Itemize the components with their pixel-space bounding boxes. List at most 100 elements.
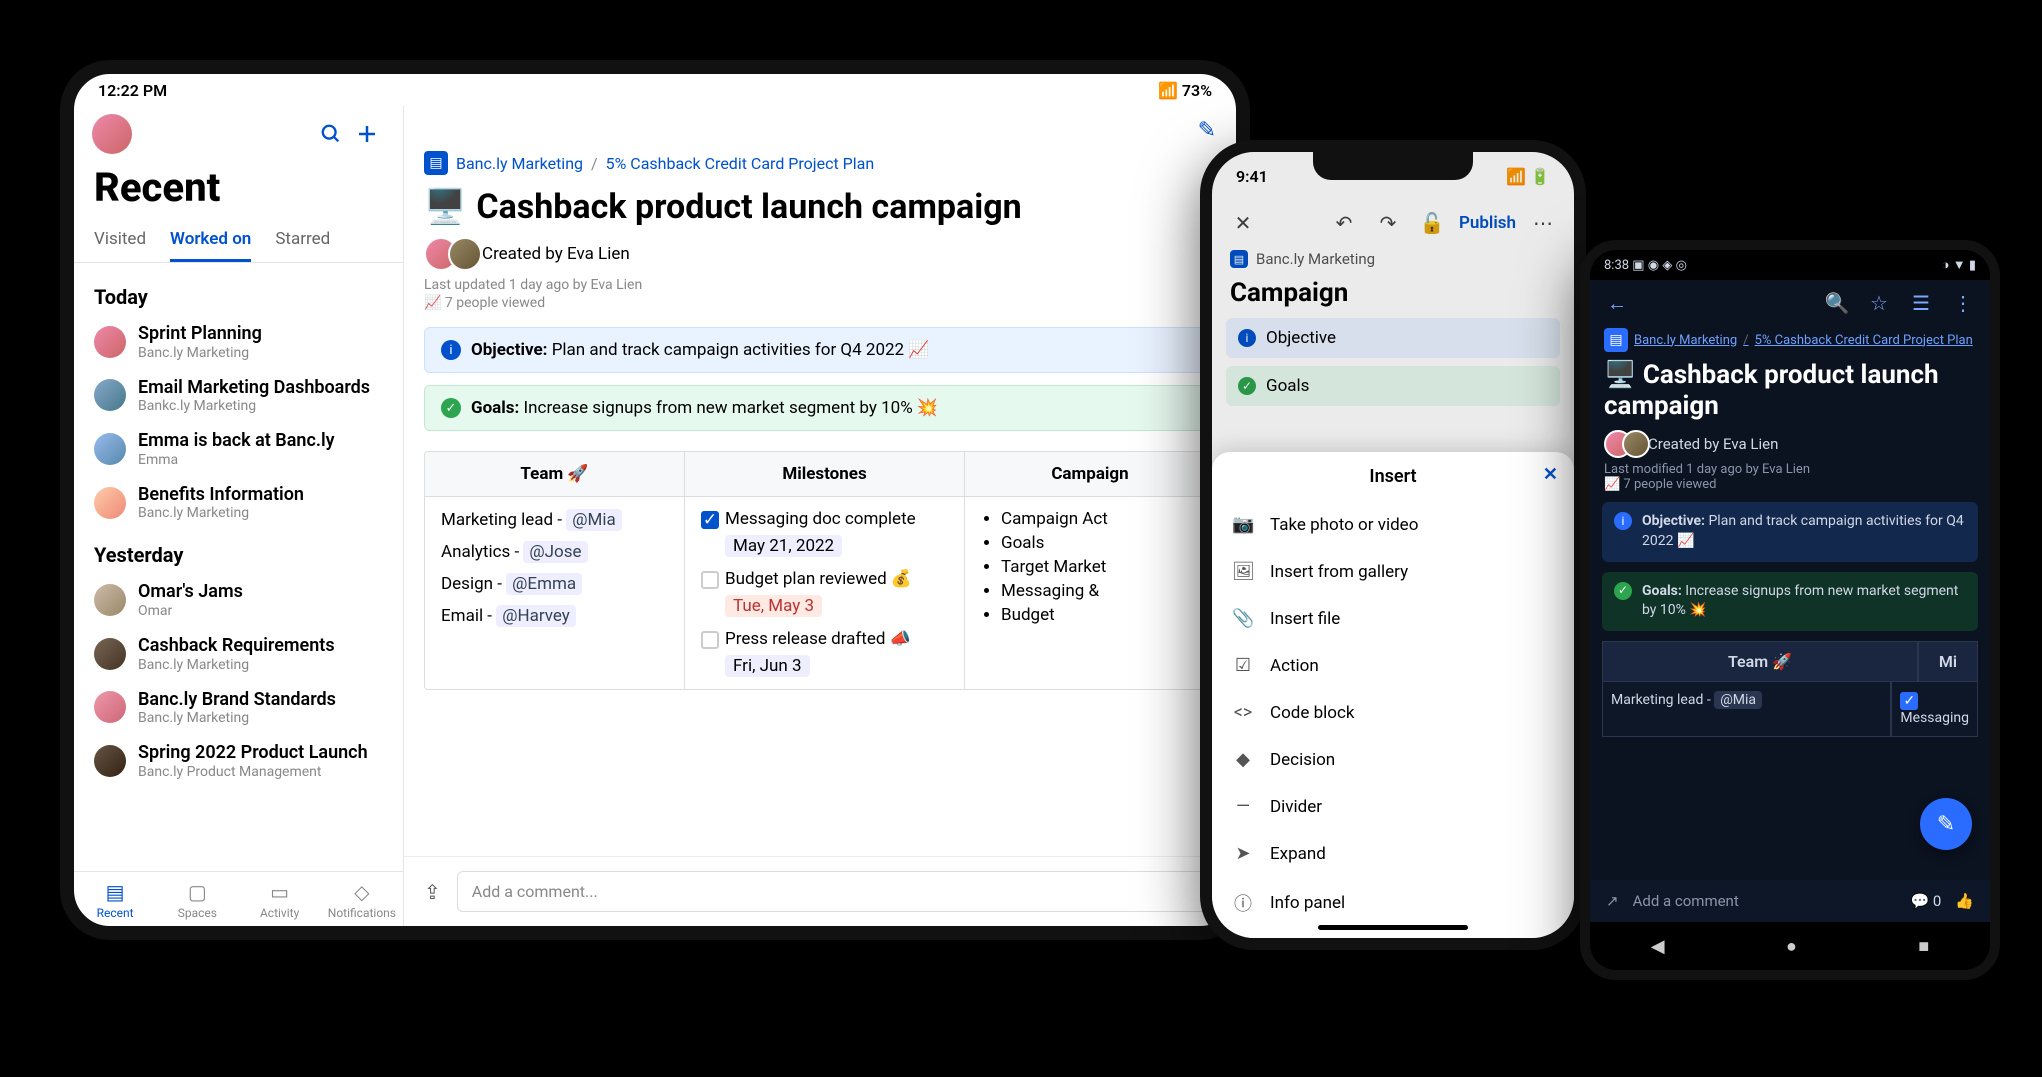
- android-nav-bar: ◀ ● ■: [1590, 922, 1990, 970]
- checkbox-icon[interactable]: [701, 571, 719, 589]
- comment-input[interactable]: Add a comment: [1633, 892, 1739, 910]
- comment-input[interactable]: Add a comment...: [457, 871, 1216, 912]
- list-item[interactable]: Sprint PlanningBanc.ly Marketing: [74, 315, 403, 369]
- page-icon: ▤: [1604, 328, 1628, 352]
- breadcrumb: ▤ Banc.ly Marketing / 5% Cashback Credit…: [404, 143, 1236, 179]
- home-indicator: [1318, 925, 1468, 930]
- back-icon[interactable]: ←: [1600, 286, 1634, 320]
- list-item[interactable]: Omar's JamsOmar: [74, 573, 403, 627]
- avatar: [448, 237, 482, 271]
- group-today: Today: [74, 271, 403, 315]
- sidebar-tabs: Visited Worked on Starred: [74, 219, 403, 263]
- checkbox-icon[interactable]: ✓: [701, 511, 719, 529]
- list-item[interactable]: Spring 2022 Product LaunchBanc.ly Produc…: [74, 734, 403, 788]
- like-icon[interactable]: 👍: [1955, 892, 1974, 910]
- comment-bar: ⇪ Add a comment...: [404, 856, 1236, 926]
- nav-back-icon[interactable]: ◀: [1651, 936, 1665, 957]
- mention-chip[interactable]: @Mia: [566, 509, 622, 531]
- insert-divider[interactable]: —Divider: [1212, 783, 1574, 830]
- insert-link[interactable]: 🔗Link: [1212, 929, 1574, 950]
- nav-notifications[interactable]: ◇Notifications: [321, 872, 403, 926]
- insert-decision[interactable]: ◆Decision: [1212, 736, 1574, 783]
- tab-visited[interactable]: Visited: [94, 219, 146, 262]
- list-item[interactable]: Benefits InformationBanc.ly Marketing: [74, 476, 403, 530]
- list-icon[interactable]: ☰: [1904, 286, 1938, 320]
- mention-chip[interactable]: @Jose: [523, 541, 587, 563]
- insert-code-block[interactable]: <>Code block: [1212, 689, 1574, 736]
- edit-icon[interactable]: ✎: [1198, 118, 1216, 143]
- comment-count[interactable]: 💬 0: [1910, 892, 1941, 910]
- expand-icon: ➤: [1232, 843, 1254, 864]
- breadcrumb-item[interactable]: 5% Cashback Credit Card Project Plan: [1755, 333, 1973, 348]
- insert-expand[interactable]: ➤Expand: [1212, 830, 1574, 877]
- list-item[interactable]: Cashback RequirementsBanc.ly Marketing: [74, 627, 403, 681]
- nav-home-icon[interactable]: ●: [1786, 936, 1797, 957]
- comment-bar: ↗ Add a comment 💬 0 👍: [1590, 880, 1990, 922]
- tab-starred[interactable]: Starred: [275, 219, 330, 262]
- share-icon[interactable]: ↗: [1606, 892, 1619, 910]
- nav-recent[interactable]: ▤Recent: [74, 872, 156, 926]
- checkbox-icon[interactable]: ✓: [1900, 692, 1918, 710]
- insert-info-panel[interactable]: ⓘInfo panel: [1212, 877, 1574, 929]
- nav-activity[interactable]: ▭Activity: [239, 872, 321, 926]
- table-header: Team 🚀 Mi: [1602, 641, 1978, 682]
- list-item[interactable]: Email Marketing DashboardsBankc.ly Marke…: [74, 369, 403, 423]
- list-item[interactable]: Banc.ly Brand StandardsBanc.ly Marketing: [74, 681, 403, 735]
- th-campaign: Campaign: [965, 452, 1215, 497]
- avatar: [94, 487, 126, 519]
- mention-chip[interactable]: @Emma: [506, 573, 582, 595]
- avatar: [94, 691, 126, 723]
- avatar: [1622, 430, 1650, 458]
- insert-gallery[interactable]: 🖼Insert from gallery: [1212, 548, 1574, 595]
- title-emoji-icon: 🖥️: [424, 187, 466, 227]
- date-chip: Tue, May 3: [725, 595, 822, 617]
- avatar: [94, 326, 126, 358]
- toolbar: ← 🔍 ☆ ☰ ⋮: [1590, 280, 1990, 326]
- edit-fab[interactable]: ✎: [1920, 798, 1972, 850]
- more-icon[interactable]: ⋮: [1946, 286, 1980, 320]
- avatar: [94, 584, 126, 616]
- insert-sheet: Insert ✕ 📷Take photo or video 🖼Insert fr…: [1212, 452, 1574, 938]
- group-yesterday: Yesterday: [74, 529, 403, 573]
- iphone-device: 9:41 📶 🔋 ✕ ↶ ↷ 🔓 Publish ⋯ ▤ Banc.ly Mar…: [1200, 140, 1586, 950]
- share-icon[interactable]: ⇪: [424, 880, 441, 904]
- milestones-cell: ✓Messaging doc complete May 21, 2022 Bud…: [685, 497, 965, 689]
- list-item[interactable]: Emma is back at Banc.lyEmma: [74, 422, 403, 476]
- nav-spaces[interactable]: ▢Spaces: [156, 872, 238, 926]
- ipad-status-bar: 12:22 PM 📶 73%: [74, 74, 1236, 106]
- avatar[interactable]: [92, 114, 132, 154]
- star-icon[interactable]: ☆: [1862, 286, 1896, 320]
- team-cell: Marketing lead - @Mia Analytics - @Jose …: [425, 497, 685, 689]
- tab-worked-on[interactable]: Worked on: [170, 219, 251, 262]
- last-modified: Last modified 1 day ago by Eva Lien: [1590, 462, 1990, 477]
- insert-action[interactable]: ☑Action: [1212, 642, 1574, 689]
- insert-file[interactable]: 📎Insert file: [1212, 595, 1574, 642]
- page-title: 🖥️ Cashback product launch campaign: [404, 179, 1236, 237]
- goals-panel: ✓ Goals: Increase signups from new marke…: [1602, 572, 1978, 631]
- goals-panel: ✓ Goals: Increase signups from new marke…: [424, 385, 1216, 431]
- page-title: 🖥️ Cashback product launch campaign: [1590, 354, 1990, 430]
- breadcrumb-item[interactable]: Banc.ly Marketing: [456, 154, 583, 173]
- info-icon: i: [1614, 512, 1632, 530]
- search-icon[interactable]: 🔍: [1820, 286, 1854, 320]
- avatar: [94, 379, 126, 411]
- search-icon[interactable]: [313, 116, 349, 152]
- page-icon: ▤: [424, 151, 448, 175]
- main-content: ✎ ▤ Banc.ly Marketing / 5% Cashback Cred…: [404, 106, 1236, 926]
- mention-chip[interactable]: @Mia: [1714, 691, 1762, 709]
- close-icon[interactable]: ✕: [1543, 464, 1558, 485]
- checkbox-icon[interactable]: [701, 631, 719, 649]
- byline: Created by Eva Lien: [404, 237, 1236, 277]
- android-device: 8:38 ▣ ◉ ◈ ◎ ◑ ▼ ▮ ← 🔍 ☆ ☰ ⋮ ▤ Banc.ly M…: [1580, 240, 2000, 980]
- date-chip: Fri, Jun 3: [725, 655, 810, 677]
- breadcrumb-item[interactable]: Banc.ly Marketing: [1634, 333, 1737, 348]
- breadcrumb-item[interactable]: 5% Cashback Credit Card Project Plan: [606, 154, 875, 173]
- code-icon: <>: [1232, 702, 1254, 723]
- add-icon[interactable]: [349, 116, 385, 152]
- insert-take-photo[interactable]: 📷Take photo or video: [1212, 501, 1574, 548]
- content-table: Team 🚀 Milestones Campaign Marketing lea…: [424, 451, 1216, 690]
- nav-recent-icon[interactable]: ■: [1918, 936, 1929, 957]
- mention-chip[interactable]: @Harvey: [496, 605, 576, 627]
- tag-icon: ◇: [321, 880, 403, 904]
- date-chip: May 21, 2022: [725, 535, 842, 557]
